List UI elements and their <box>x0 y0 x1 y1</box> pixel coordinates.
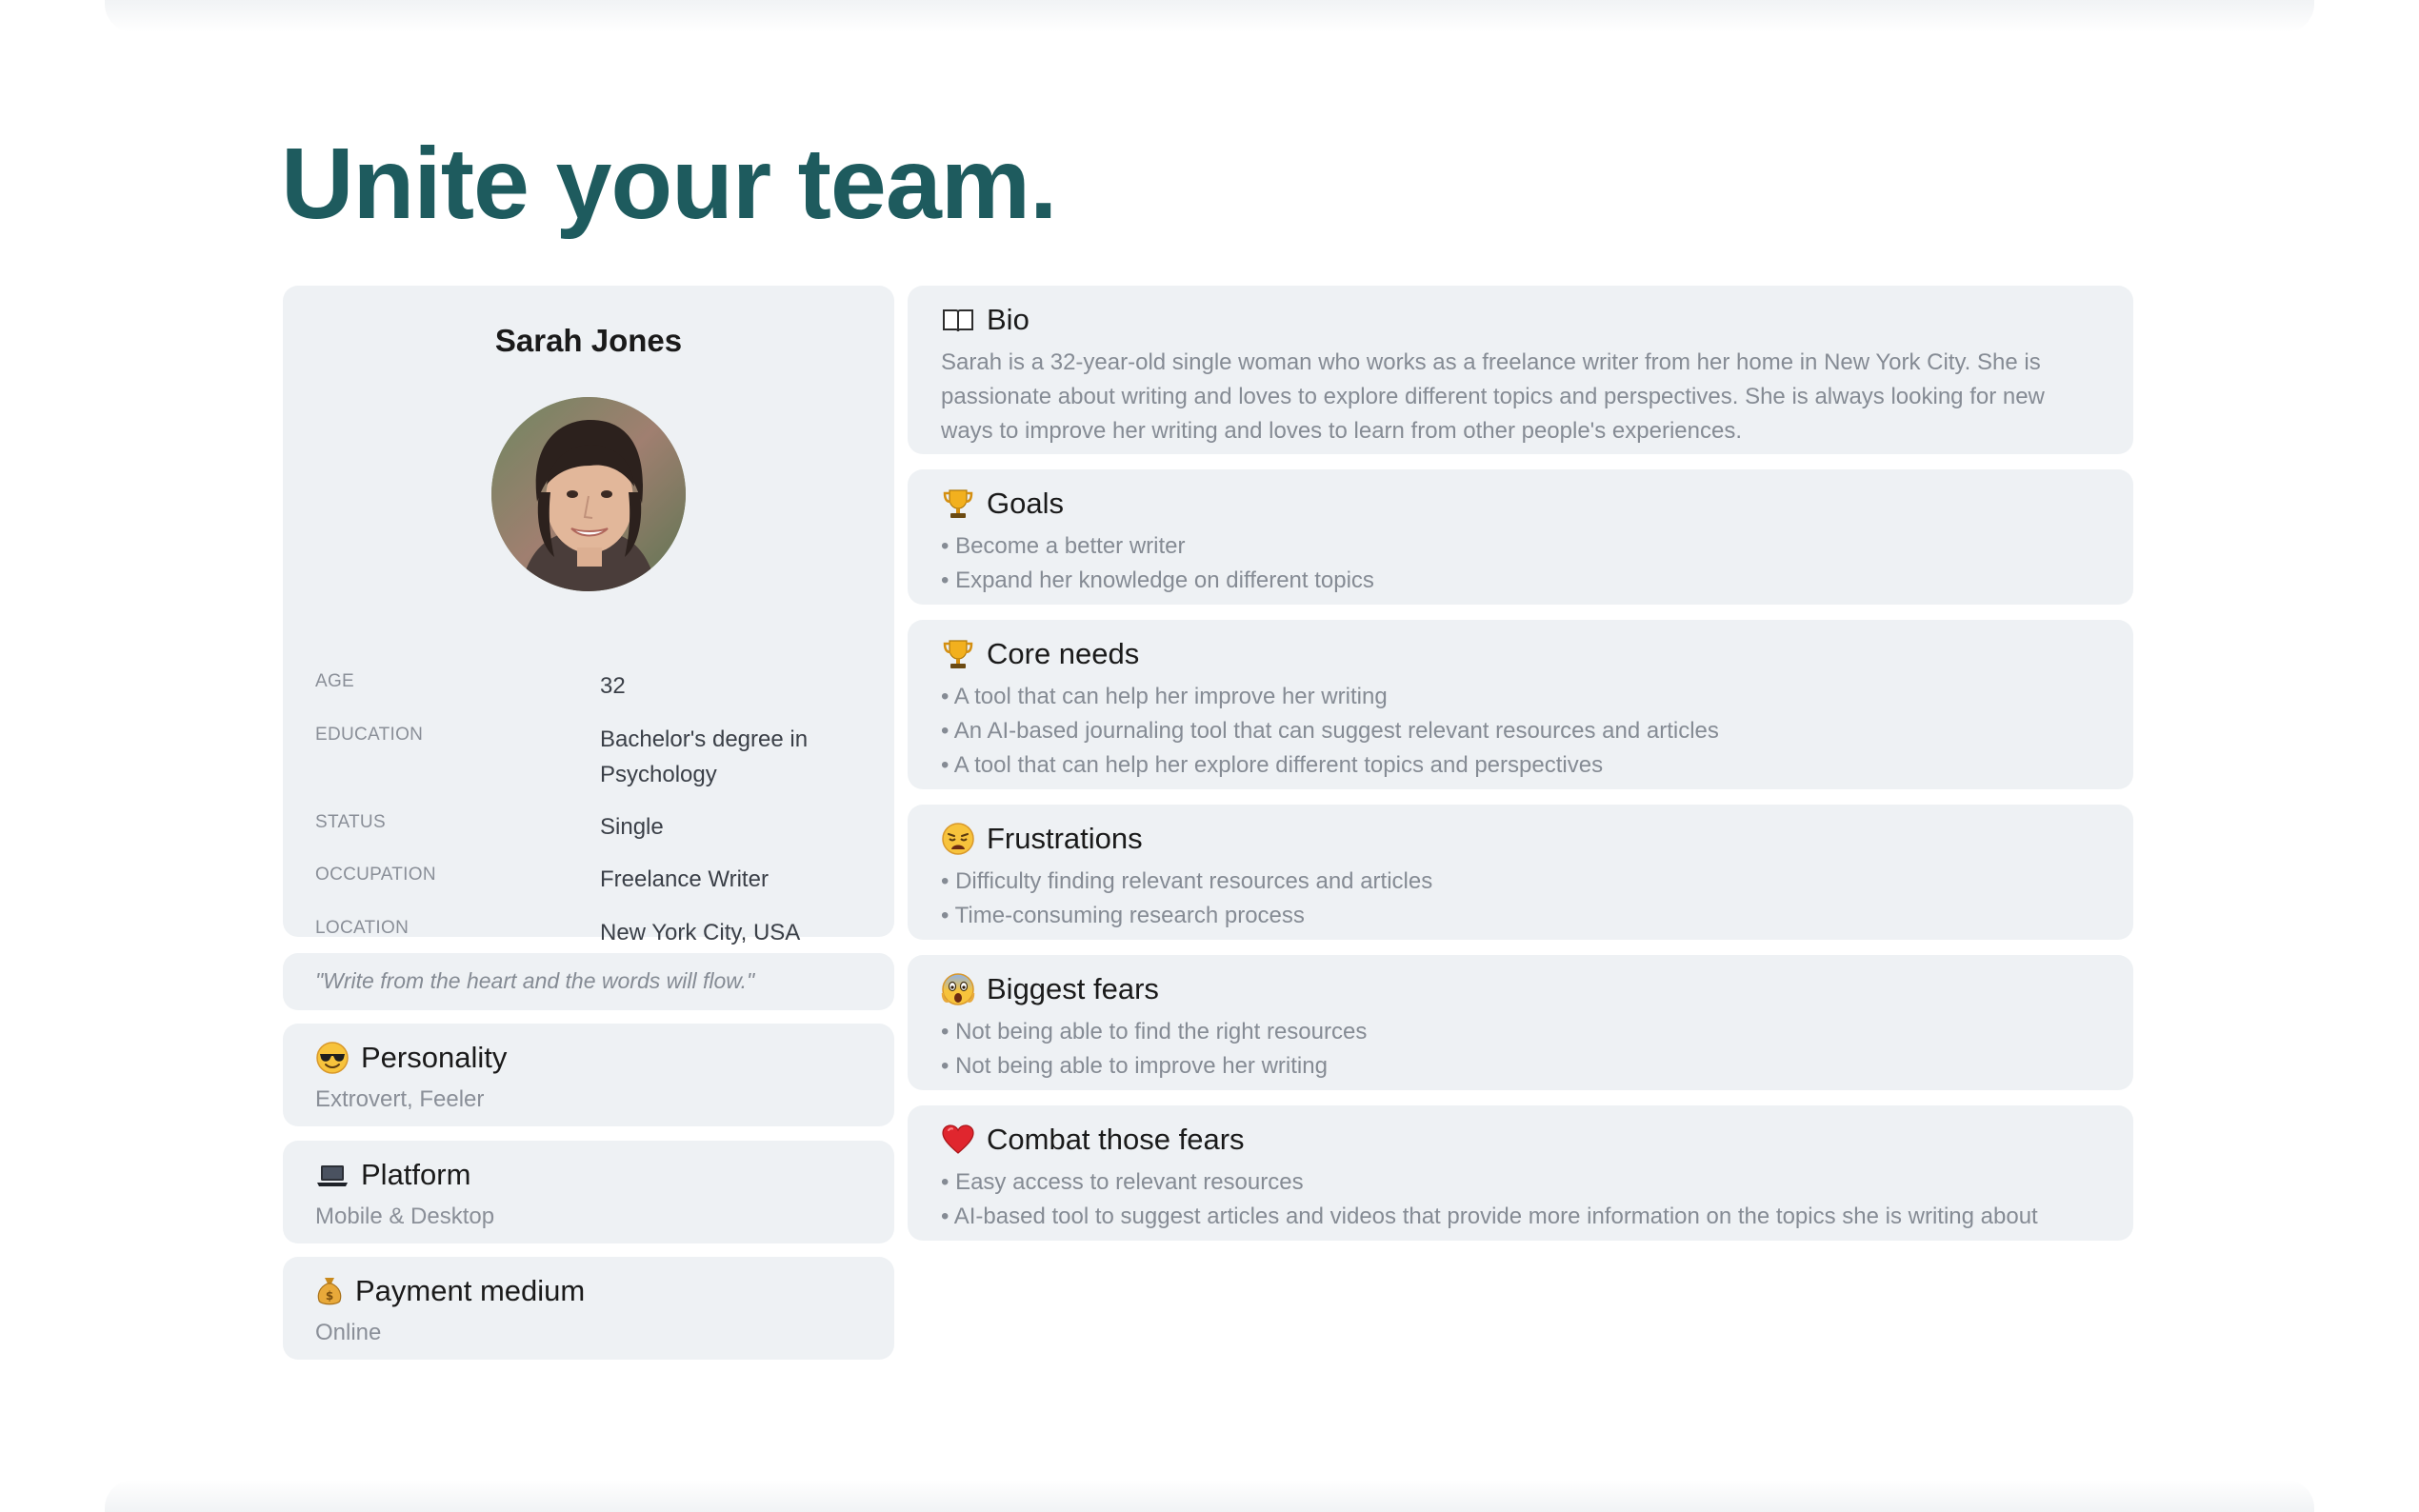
trophy-icon <box>941 487 975 521</box>
list-item: An AI-based journaling tool that can sug… <box>941 714 2095 748</box>
platform-title: Platform <box>361 1158 471 1191</box>
bio-title: Bio <box>987 303 1030 336</box>
attr-label: AGE <box>315 671 355 691</box>
list-item: Time-consuming research process <box>941 899 2095 933</box>
goals-list: Become a better writer Expand her knowle… <box>941 529 2095 598</box>
list-item: Not being able to improve her writing <box>941 1049 2095 1084</box>
frustrations-list: Difficulty finding relevant resources an… <box>941 865 2095 933</box>
profile-card: Sarah Jones AGE 32 EDUCATION Bachelor's … <box>283 286 894 945</box>
list-item: AI-based tool to suggest articles and vi… <box>941 1200 2095 1234</box>
bottom-fade <box>105 1480 2314 1512</box>
list-item: Difficulty finding relevant resources an… <box>941 865 2095 899</box>
bio-text: Sarah is a 32-year-old single woman who … <box>941 349 2045 444</box>
top-fade <box>105 0 2314 32</box>
biggest-fears-title: Biggest fears <box>987 972 1159 1005</box>
combat-fears-title: Combat those fears <box>987 1123 1245 1156</box>
page-headline: Unite your team. <box>281 128 1058 240</box>
platform-card: Platform Mobile & Desktop <box>283 1141 894 1243</box>
avatar <box>491 397 686 591</box>
personality-card: Personality Extrovert, Feeler <box>283 1024 894 1126</box>
attr-label: STATUS <box>315 812 386 832</box>
attr-value: New York City, USA <box>600 920 801 945</box>
attr-value: Single <box>600 814 664 840</box>
list-item: Not being able to find the right resourc… <box>941 1015 2095 1049</box>
quote-card: "Write from the heart and the words will… <box>283 953 894 1010</box>
attr-value: 32 <box>600 673 626 699</box>
list-item: Become a better writer <box>941 529 2095 564</box>
red-heart-icon <box>941 1123 975 1157</box>
frustrations-card: Frustrations Difficulty finding relevant… <box>908 805 2133 940</box>
core-needs-title: Core needs <box>987 637 1140 670</box>
frustrations-title: Frustrations <box>987 822 1143 855</box>
personality-value: Extrovert, Feeler <box>315 1086 485 1112</box>
list-item: Easy access to relevant resources <box>941 1165 2095 1200</box>
screaming-face-icon <box>941 972 975 1006</box>
attr-value: Freelance Writer <box>600 866 769 892</box>
combat-fears-card: Combat those fears Easy access to releva… <box>908 1105 2133 1241</box>
attr-label: LOCATION <box>315 918 410 938</box>
list-item: Expand her knowledge on different topics <box>941 564 2095 598</box>
trophy-icon <box>941 637 975 671</box>
core-needs-card: Core needs A tool that can help her impr… <box>908 620 2133 789</box>
payment-title: Payment medium <box>355 1274 586 1307</box>
goals-card: Goals Become a better writer Expand her … <box>908 469 2133 605</box>
weary-face-icon <box>941 822 975 856</box>
money-bag-icon: $ <box>315 1274 344 1308</box>
attr-label: OCCUPATION <box>315 865 436 885</box>
payment-card: $ Payment medium Online <box>283 1257 894 1360</box>
list-item: A tool that can help her improve her wri… <box>941 680 2095 714</box>
quote-text: "Write from the heart and the words will… <box>315 968 755 993</box>
payment-value: Online <box>315 1320 382 1345</box>
book-icon <box>941 303 975 337</box>
sunglasses-face-icon <box>315 1041 350 1075</box>
platform-value: Mobile & Desktop <box>315 1204 495 1229</box>
svg-text:$: $ <box>326 1289 333 1303</box>
biggest-fears-list: Not being able to find the right resourc… <box>941 1015 2095 1084</box>
laptop-icon <box>315 1158 350 1192</box>
attr-value: Bachelor's degree in Psychology <box>600 726 809 787</box>
combat-fears-list: Easy access to relevant resources AI-bas… <box>941 1165 2095 1234</box>
list-item: A tool that can help her explore differe… <box>941 748 2095 783</box>
profile-name: Sarah Jones <box>494 323 683 358</box>
biggest-fears-card: Biggest fears Not being able to find the… <box>908 955 2133 1090</box>
bio-card: Bio Sarah is a 32-year-old single woman … <box>908 286 2133 454</box>
attr-label: EDUCATION <box>315 725 424 745</box>
core-needs-list: A tool that can help her improve her wri… <box>941 680 2095 783</box>
persona-page: Unite your team. Sarah Jones AGE 32 EDUC… <box>0 0 2419 1512</box>
personality-title: Personality <box>361 1041 508 1074</box>
goals-title: Goals <box>987 487 1064 520</box>
